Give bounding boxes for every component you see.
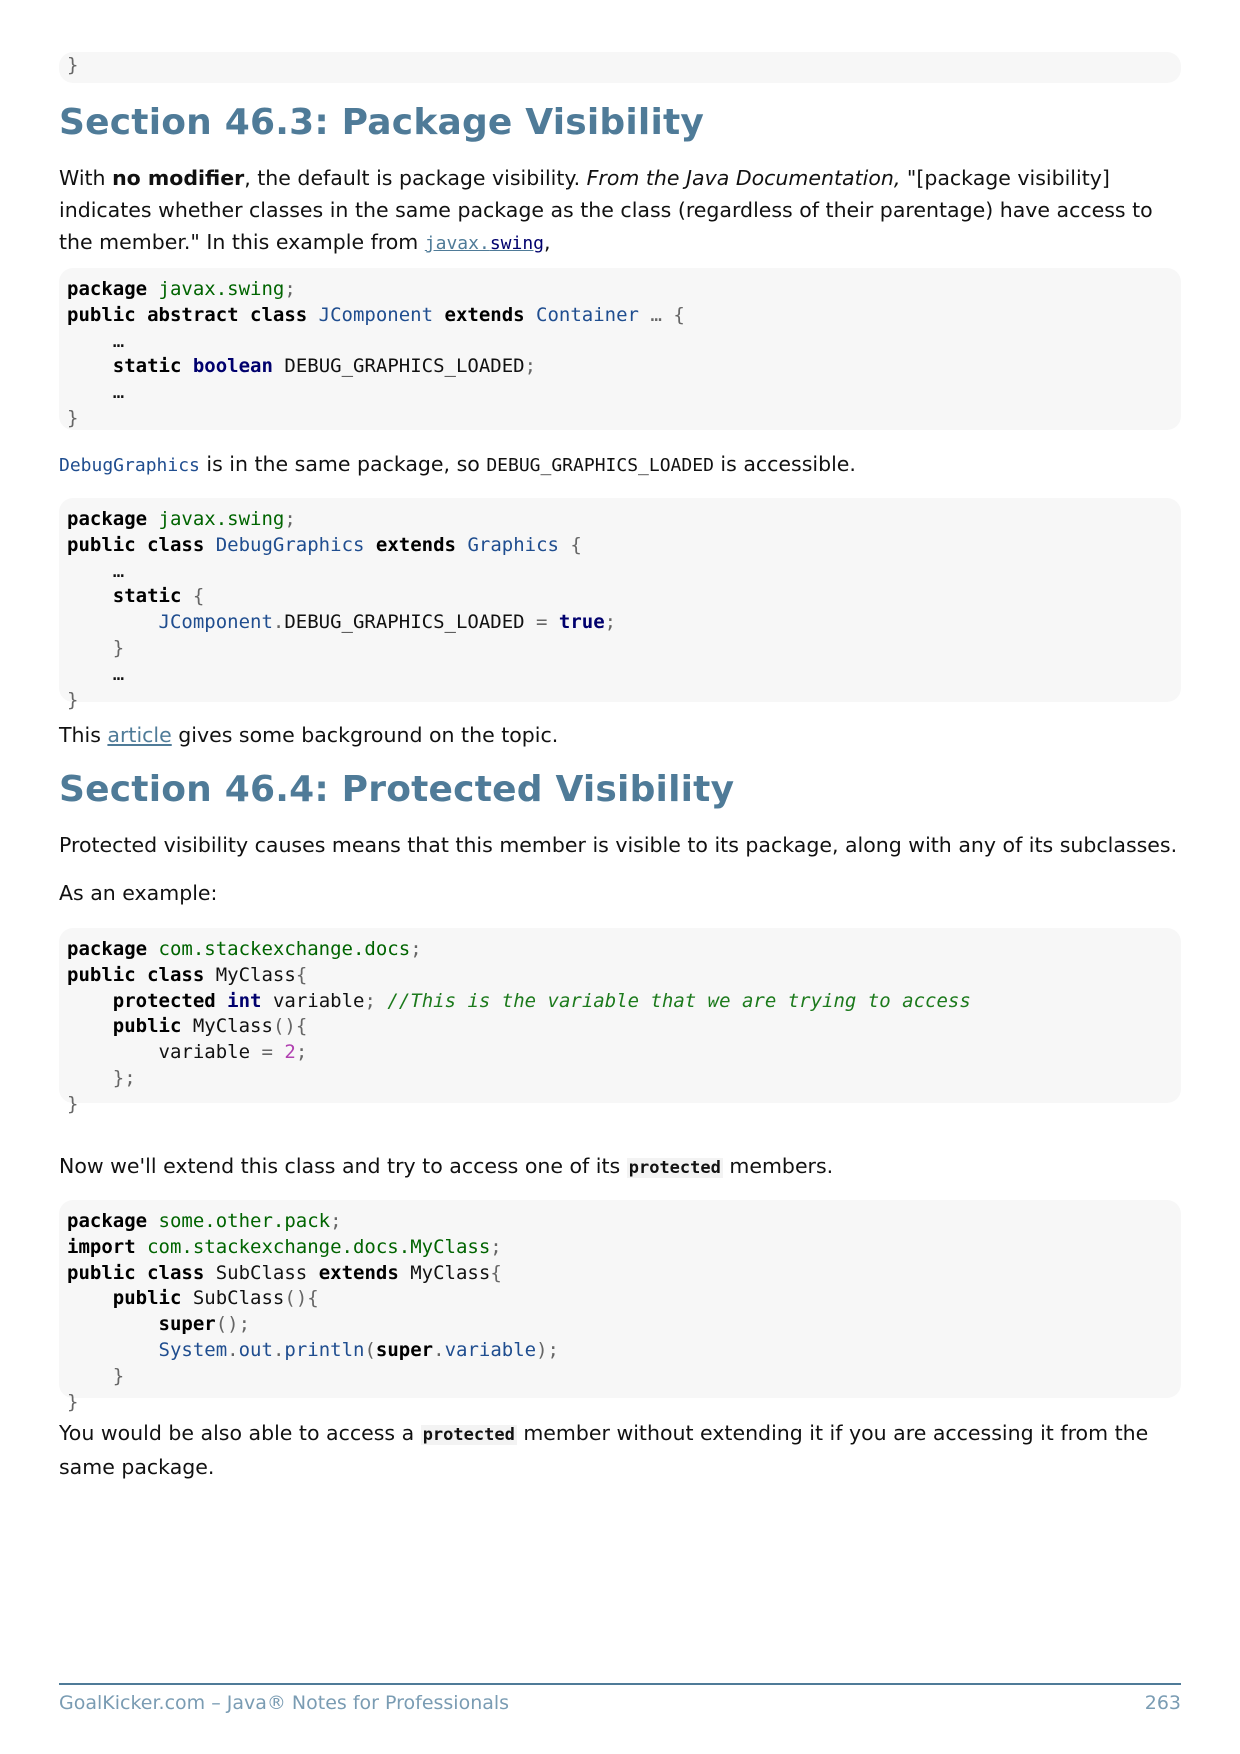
code-line: public abstract class JComponent extends… [67, 303, 685, 326]
paragraph-debuggraphics: DebugGraphics is in the same package, so… [59, 448, 1181, 482]
paragraph-same-package: You would be also able to access a prote… [59, 1417, 1181, 1483]
code-line: public class SubClass extends MyClass{ [67, 1261, 502, 1284]
text: You would be also able to access a [59, 1421, 421, 1445]
inline-code: protected [420, 1425, 517, 1445]
javax-swing-link[interactable]: javax.swing [425, 233, 544, 254]
text: Now we'll extend this class and try to a… [59, 1154, 627, 1178]
paragraph-protected-intro: Protected visibility causes means that t… [59, 833, 1178, 857]
code-line: } [67, 1390, 79, 1413]
code-line: } [67, 1092, 79, 1115]
code-line: public SubClass(){ [112, 1287, 319, 1310]
code-line: import com.stackexchange.docs.MyClass; [67, 1235, 502, 1258]
code-line: public MyClass(){ [112, 1015, 308, 1038]
inline-code: DEBUG_GRAPHICS_LOADED [486, 455, 714, 476]
code-block-jcomponent: package javax.swing; public abstract cla… [59, 268, 1181, 430]
code-line: static boolean DEBUG_GRAPHICS_LOADED; [112, 355, 537, 378]
code-line: } [67, 406, 79, 429]
code-line: } [67, 54, 79, 76]
text: With [59, 166, 113, 190]
code-line: } [67, 1364, 125, 1387]
code-line: }; [67, 1066, 136, 1089]
code-line: … [67, 662, 125, 685]
code-line: JComponent.DEBUG_GRAPHICS_LOADED = true; [158, 611, 617, 634]
code-line: System.out.println(super.variable); [158, 1338, 559, 1361]
paragraph-example: As an example: [59, 881, 218, 905]
text: , [544, 230, 551, 254]
text: is accessible. [713, 452, 856, 476]
code-line: } [67, 636, 125, 659]
code-line: … [67, 559, 125, 582]
text: This [59, 723, 108, 747]
paragraph-package-intro: With no modifier, the default is package… [59, 162, 1181, 260]
code-line: protected int variable; //This is the va… [112, 989, 971, 1012]
paragraph-article: This article gives some background on th… [59, 719, 1181, 751]
code-line: … [67, 329, 125, 352]
page-number: 263 [1144, 1692, 1181, 1714]
code-line: package javax.swing; [67, 508, 296, 530]
text: , the default is package visibility. [244, 166, 587, 190]
inline-code: protected [626, 1158, 723, 1178]
code-block-debuggraphics: package javax.swing; public class DebugG… [59, 498, 1181, 711]
text: gives some background on the topic. [171, 723, 559, 747]
text: is in the same package, so [199, 452, 487, 476]
footer-title: GoalKicker.com – Java® Notes for Profess… [59, 1692, 510, 1714]
section-heading-46-3: Section 46.3: Package Visibility [59, 102, 705, 143]
code-line: … [67, 381, 125, 404]
code-line: public class DebugGraphics extends Graph… [67, 533, 582, 556]
footer-divider [59, 1683, 1181, 1685]
code-line: variable = 2; [158, 1041, 308, 1064]
article-link[interactable]: article [107, 723, 171, 747]
code-block-myclass: package com.stackexchange.docs; public c… [59, 928, 1181, 1115]
text: members. [722, 1154, 834, 1178]
code-line: } [67, 688, 79, 711]
italic-text: From the Java Documentation, [586, 166, 901, 190]
code-line: public class MyClass{ [67, 963, 308, 986]
section-heading-46-4: Section 46.4: Protected Visibility [59, 769, 735, 810]
code-block-subclass: package some.other.pack; import com.stac… [59, 1200, 1181, 1413]
paragraph-extend: Now we'll extend this class and try to a… [59, 1150, 1181, 1184]
code-line: super(); [158, 1313, 251, 1336]
code-line: package some.other.pack; [67, 1210, 342, 1232]
code-line: static { [112, 585, 205, 608]
code-line: package com.stackexchange.docs; [67, 938, 422, 960]
bold-text: no modifier [112, 166, 245, 190]
code-block-top: } [59, 52, 1181, 83]
code-line: package javax.swing; [67, 278, 296, 300]
inline-code: DebugGraphics [59, 455, 200, 476]
